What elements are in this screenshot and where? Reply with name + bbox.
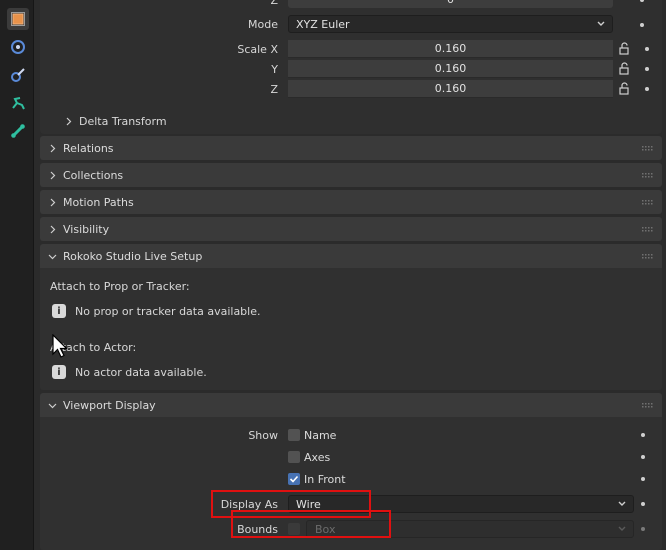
relations-label: Relations — [63, 141, 114, 155]
name-checkbox[interactable] — [288, 429, 300, 441]
delta-transform-header[interactable]: Delta Transform — [64, 114, 167, 128]
annotation-highlight-bounds — [231, 510, 391, 538]
transform-panel-body: Z 0 Mode XYZ Euler Scale X 0.160 Y 0.160… — [40, 0, 662, 134]
visibility-section-header[interactable]: Visibility — [40, 217, 662, 241]
drag-grip-icon[interactable] — [642, 146, 654, 151]
physics-tab[interactable] — [7, 36, 29, 58]
delta-transform-label: Delta Transform — [79, 114, 167, 128]
scale-x-label: Scale X — [237, 43, 278, 56]
viewport-display-section-header[interactable]: Viewport Display — [40, 393, 662, 417]
unlock-icon[interactable] — [618, 82, 632, 96]
mode-value: XYZ Euler — [296, 17, 350, 31]
motion-paths-section-header[interactable]: Motion Paths — [40, 190, 662, 214]
chevron-right-icon — [50, 198, 56, 206]
viewport-display-label: Viewport Display — [63, 398, 156, 412]
rokoko-section-header[interactable]: Rokoko Studio Live Setup — [40, 244, 662, 268]
axes-checkbox-label[interactable]: Axes — [304, 451, 330, 464]
particles-figure-icon — [12, 97, 25, 110]
drag-grip-icon[interactable] — [642, 254, 654, 259]
actor-info-text: No actor data available. — [75, 366, 207, 379]
collections-section-header[interactable]: Collections — [40, 163, 662, 187]
motion-paths-label: Motion Paths — [63, 195, 134, 209]
keyframe-dot[interactable] — [645, 87, 649, 91]
prop-info-text: No prop or tracker data available. — [75, 305, 261, 318]
properties-tab-bar — [0, 0, 34, 550]
drag-grip-icon[interactable] — [642, 227, 654, 232]
chevron-right-icon — [66, 117, 72, 125]
scale-y-label: Y — [271, 63, 278, 76]
bone-tab[interactable] — [7, 120, 29, 142]
rokoko-section-body: Attach to Prop or Tracker: i No prop or … — [40, 268, 662, 390]
drag-grip-icon[interactable] — [642, 173, 654, 178]
name-checkbox-label[interactable]: Name — [304, 429, 336, 442]
bone-icon — [11, 124, 25, 138]
rokoko-label: Rokoko Studio Live Setup — [63, 249, 203, 263]
checkmark-icon — [289, 475, 299, 483]
keyframe-dot[interactable] — [645, 67, 649, 71]
object-properties-tab[interactable] — [7, 8, 29, 30]
keyframe-dot[interactable] — [641, 477, 645, 481]
in-front-checkbox[interactable] — [288, 473, 300, 485]
chevron-down-icon — [48, 403, 57, 408]
unlock-icon[interactable] — [618, 42, 632, 56]
keyframe-dot[interactable] — [640, 0, 644, 2]
scale-z-label: Z — [270, 83, 278, 96]
info-icon: i — [52, 304, 66, 318]
info-icon: i — [52, 365, 66, 379]
in-front-checkbox-label[interactable]: In Front — [304, 473, 346, 486]
drag-grip-icon[interactable] — [642, 403, 654, 408]
object-square-icon — [11, 12, 25, 26]
chevron-down-icon — [48, 254, 57, 259]
scale-z-field[interactable]: 0.160 — [288, 80, 613, 98]
particles-tab[interactable] — [7, 92, 29, 114]
chevron-down-icon — [618, 526, 626, 531]
chevron-right-icon — [50, 171, 56, 179]
constraints-tab[interactable] — [7, 64, 29, 86]
collections-label: Collections — [63, 168, 124, 182]
keyframe-dot[interactable] — [641, 455, 645, 459]
attach-prop-label: Attach to Prop or Tracker: — [50, 280, 190, 293]
chevron-right-icon — [50, 225, 56, 233]
constraints-icon — [11, 68, 25, 82]
properties-panel: Z 0 Mode XYZ Euler Scale X 0.160 Y 0.160… — [40, 0, 662, 550]
mouse-cursor-icon — [52, 334, 68, 358]
keyframe-dot[interactable] — [641, 502, 645, 506]
chevron-down-icon — [618, 501, 626, 506]
chevron-down-icon — [597, 21, 605, 26]
unlock-icon[interactable] — [618, 62, 632, 76]
chevron-right-icon — [50, 144, 56, 152]
keyframe-dot[interactable] — [640, 23, 644, 27]
relations-section-header[interactable]: Relations — [40, 136, 662, 160]
rotation-z-label: Z — [270, 0, 278, 7]
rotation-z-field[interactable]: 0 — [288, 0, 613, 8]
keyframe-dot[interactable] — [641, 433, 645, 437]
show-label: Show — [248, 429, 278, 442]
keyframe-dot[interactable] — [645, 47, 649, 51]
keyframe-dot[interactable] — [641, 527, 645, 531]
visibility-label: Visibility — [63, 222, 110, 236]
mode-label: Mode — [248, 18, 278, 31]
physics-circle-icon — [11, 40, 25, 54]
axes-checkbox[interactable] — [288, 451, 300, 463]
mode-dropdown[interactable]: XYZ Euler — [288, 15, 613, 33]
drag-grip-icon[interactable] — [642, 200, 654, 205]
scale-y-field[interactable]: 0.160 — [288, 60, 613, 78]
scale-x-field[interactable]: 0.160 — [288, 40, 613, 58]
